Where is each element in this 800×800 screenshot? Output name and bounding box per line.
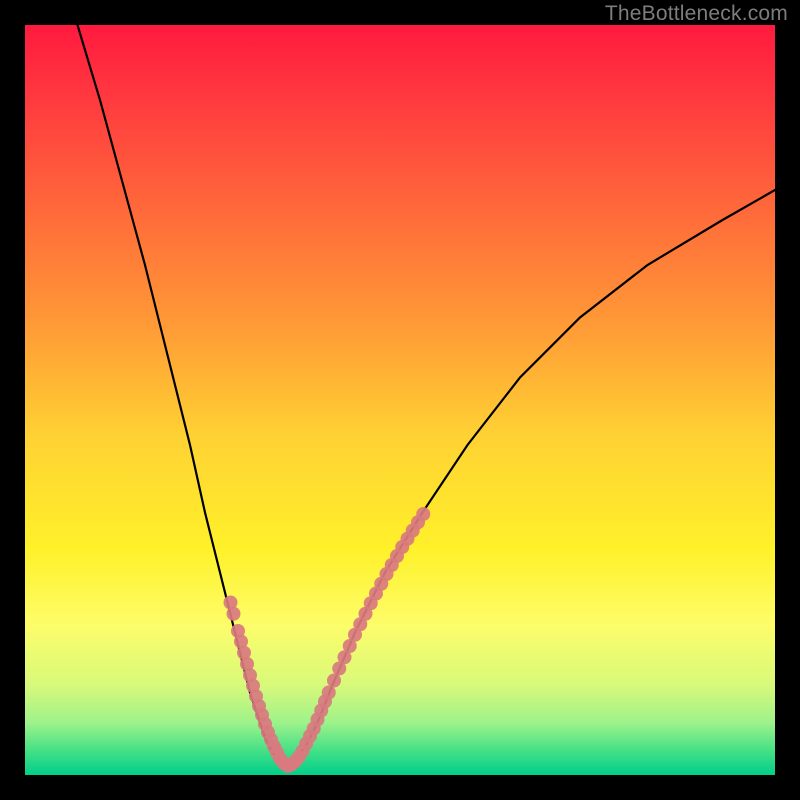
highlight-dot [227,607,241,621]
highlight-dot [380,567,394,581]
highlight-dot [267,740,281,754]
highlight-dot [224,596,238,610]
highlight-dot [252,699,266,713]
highlight-dot [318,695,332,709]
highlight-dot [240,657,254,671]
highlight-dot [270,746,284,760]
highlight-dot [261,725,275,739]
highlight-dot [359,607,373,621]
highlight-dot [307,722,321,736]
highlight-dot [299,737,313,751]
highlight-dot [281,759,295,773]
highlight-dot [406,524,420,538]
highlight-dot [284,758,298,772]
highlight-dot [303,729,317,743]
highlight-dot [364,596,378,610]
highlight-dot [322,686,336,700]
highlight-dot [277,756,291,770]
highlight-dot [401,532,415,546]
highlight-dot [395,540,409,554]
curve-svg [25,25,775,775]
highlight-dot [264,733,278,747]
highlight-dot [332,662,346,676]
highlight-dot [255,708,269,722]
plot-area [25,25,775,775]
highlight-dot [273,752,287,766]
highlight-dot [327,674,341,688]
highlight-dot [369,587,383,601]
highlight-dot [234,635,248,649]
highlight-dot [390,549,404,563]
highlight-dot [374,577,388,591]
highlight-dot [237,646,251,660]
highlight-dot [288,755,302,769]
highlight-dot [249,689,263,703]
highlight-dot [314,704,328,718]
highlight-dot [292,750,306,764]
highlight-dot [348,628,362,642]
watermark-text: TheBottleneck.com [605,2,788,26]
highlight-dot [416,507,430,521]
highlight-dot [296,744,310,758]
highlight-dot [411,515,425,529]
highlight-dot [338,650,352,664]
highlight-dot [243,668,257,682]
highlight-dot [258,717,272,731]
highlight-dot [231,624,245,638]
chart-frame: TheBottleneck.com [0,0,800,800]
highlight-dot [246,679,260,693]
highlight-dot [311,713,325,727]
curve-path [78,25,776,768]
highlight-dot [353,617,367,631]
highlight-dot [385,558,399,572]
highlight-dot [343,639,357,653]
